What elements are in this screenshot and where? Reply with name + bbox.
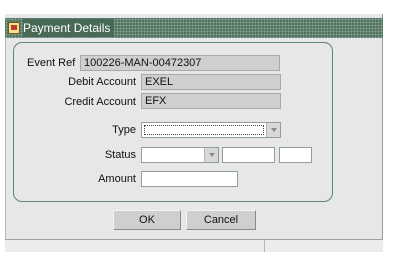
type-select[interactable] bbox=[141, 122, 281, 138]
status-extra-field-1[interactable] bbox=[222, 147, 275, 163]
credit-account-field: EFX bbox=[141, 93, 281, 109]
status-strip bbox=[5, 240, 383, 252]
status-strip-divider bbox=[264, 240, 265, 252]
type-label: Type bbox=[112, 124, 136, 136]
type-select-value bbox=[144, 125, 264, 135]
cancel-button[interactable]: Cancel bbox=[186, 210, 256, 230]
amount-input[interactable] bbox=[141, 171, 238, 187]
ok-button[interactable]: OK bbox=[113, 210, 181, 230]
status-label: Status bbox=[104, 149, 136, 161]
chevron-down-icon[interactable] bbox=[266, 123, 280, 137]
window-title: Payment Details bbox=[23, 19, 115, 37]
debit-account-field: EXEL bbox=[141, 74, 281, 90]
event-ref-field: 100226-MAN-00472307 bbox=[80, 55, 280, 71]
window-left-edge bbox=[5, 38, 6, 252]
event-ref-label: Event Ref bbox=[27, 57, 76, 69]
status-select[interactable] bbox=[141, 147, 219, 163]
title-bar[interactable]: Payment Details bbox=[5, 18, 383, 38]
credit-account-label: Credit Account bbox=[64, 96, 136, 108]
debit-account-label: Debit Account bbox=[68, 76, 136, 88]
chevron-down-icon[interactable] bbox=[204, 148, 218, 162]
amount-label: Amount bbox=[98, 173, 136, 185]
app-icon bbox=[8, 22, 20, 34]
status-extra-field-2[interactable] bbox=[279, 147, 312, 163]
